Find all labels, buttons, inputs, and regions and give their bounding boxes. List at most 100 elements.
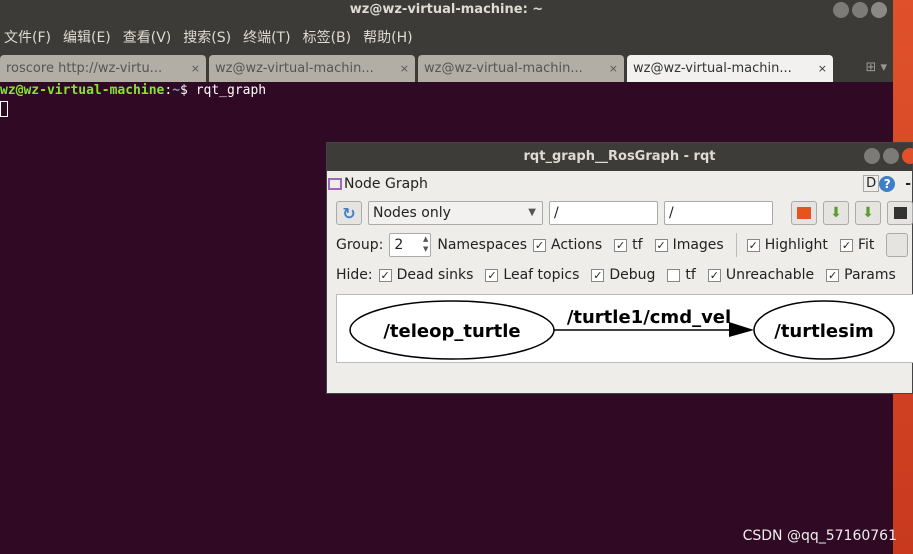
leaf-topics-checkbox[interactable]: ✓ [485,268,499,282]
prompt-end: $ [180,83,196,98]
fit-in-view-button[interactable] [886,233,909,257]
prompt-user: wz@wz-virtual-machine [0,83,165,98]
chevron-down-icon: ▼ [528,207,536,218]
node-label: /turtlesim [774,321,874,342]
save-svg-button[interactable]: ⬇ [855,201,881,225]
group-label: Group: [336,237,384,253]
save-icon: ⬇ [830,205,842,221]
spin-arrows-icon[interactable]: ▲ ▼ [423,234,428,256]
group-value: 2 [394,237,404,253]
folder-icon [797,207,811,219]
minimize-button[interactable] [833,2,849,18]
menu-search[interactable]: 搜索(S) [183,27,231,47]
edge-label: /turtle1/cmd_vel [567,307,731,328]
tab-label: roscore http://wz-virtu... [6,61,163,76]
mode-value: Nodes only [373,205,451,221]
maximize-button[interactable] [883,148,899,164]
options-row: Group: 2 ▲ ▼ Namespaces ✓ Actions ✓ tf ✓ Imag… [336,233,909,257]
save-icon: ⬇ [862,205,874,221]
menu-terminal[interactable]: 终端(T) [243,27,290,47]
leaf-topics-label: Leaf topics [503,267,580,283]
menubar: 文件(F) 编辑(E) 查看(V) 搜索(S) 终端(T) 标签(B) 帮助(H… [0,20,893,54]
images-checkbox[interactable]: ✓ [654,238,668,252]
images-label: Images [672,237,724,253]
menu-tabs[interactable]: 标签(B) [303,27,352,47]
namespaces-label: Namespaces [437,237,528,253]
rqt-titlebar: rqt_graph__RosGraph - rqt [327,143,913,171]
close-tab-icon[interactable]: × [191,62,200,75]
close-button[interactable] [871,2,887,18]
highlight-label: Highlight [764,237,828,253]
close-tab-icon[interactable]: × [818,62,827,75]
rqt-window: rqt_graph__RosGraph - rqt Node Graph D ?… [326,142,913,394]
refresh-icon: ↻ [342,203,356,223]
tab-label: wz@wz-virtual-machin... [633,61,792,76]
actions-label: Actions [551,237,603,253]
plugin-title: Node Graph [344,175,428,192]
fit-label: Fit [857,237,875,253]
graph-canvas[interactable]: /teleop_turtle /turtlesim /turtle1/cmd_v… [336,294,913,363]
rqt-title: rqt_graph__RosGraph - rqt [523,149,716,164]
prompt-path: ~ [172,83,181,98]
tab-label: wz@wz-virtual-machin... [215,61,374,76]
dock-button[interactable]: D [863,175,880,192]
hide-row: Hide: ✓ Dead sinks ✓ Leaf topics ✓ Debug tf… [336,267,896,283]
tf-label: tf [632,237,643,253]
terminal-tab[interactable]: wz@wz-virtual-machin... × [418,55,624,82]
menu-view[interactable]: 查看(V) [123,27,172,47]
minimize-button[interactable] [864,148,880,164]
terminal-tab[interactable]: wz@wz-virtual-machin... × [209,55,415,82]
separator [735,233,737,257]
edge-arrowhead [729,322,754,337]
params-label: Params [844,267,896,283]
close-plugin-button[interactable]: - [905,176,911,192]
actions-checkbox[interactable]: ✓ [533,238,547,252]
toolbar-row: ↻ Nodes only ▼ / / ⬇ ⬇ [336,201,913,225]
fit-checkbox[interactable]: ✓ [839,238,853,252]
maximize-button[interactable] [852,2,868,18]
terminal-titlebar: wz@wz-virtual-machine: ~ [0,0,893,20]
refresh-button[interactable]: ↻ [336,201,362,225]
image-icon [893,207,907,219]
namespace-filter-input[interactable]: / [549,201,658,225]
terminal-prompt-line: wz@wz-virtual-machine:~$ rqt_graph [0,82,893,100]
close-button[interactable] [902,148,913,164]
hide-tf-label: tf [685,267,696,283]
tab-bar: roscore http://wz-virtu... × wz@wz-virtua… [0,54,893,82]
debug-checkbox[interactable]: ✓ [591,268,605,282]
close-tab-icon[interactable]: × [400,62,409,75]
terminal-tab[interactable]: roscore http://wz-virtu... × [0,55,206,82]
close-tab-icon[interactable]: × [609,62,618,75]
hide-tf-checkbox[interactable] [667,268,681,282]
dead-sinks-label: Dead sinks [396,267,474,283]
load-dot-button[interactable] [791,201,817,225]
save-dot-button[interactable]: ⬇ [823,201,849,225]
unreachable-label: Unreachable [725,267,815,283]
hide-label: Hide: [336,267,373,283]
save-image-button[interactable] [887,201,913,225]
debug-label: Debug [609,267,656,283]
menu-help[interactable]: 帮助(H) [363,27,412,47]
terminal-cursor [0,101,8,117]
topic-filter-input[interactable]: / [664,201,773,225]
dead-sinks-checkbox[interactable]: ✓ [378,268,392,282]
graph-svg: /teleop_turtle /turtlesim /turtle1/cmd_v… [349,300,895,360]
help-icon[interactable]: ? [879,175,896,192]
tf-checkbox[interactable]: ✓ [614,238,628,252]
terminal-title: wz@wz-virtual-machine: ~ [349,2,544,17]
command-text: rqt_graph [195,83,267,98]
mode-select[interactable]: Nodes only ▼ [368,201,543,225]
group-spinbox[interactable]: 2 ▲ ▼ [389,233,432,257]
menu-file[interactable]: 文件(F) [4,27,51,47]
highlight-checkbox[interactable]: ✓ [746,238,760,252]
plugin-header: Node Graph D ? - [328,175,913,192]
node-graph-icon [328,177,342,190]
node-label: /teleop_turtle [383,321,520,342]
unreachable-checkbox[interactable]: ✓ [707,268,721,282]
params-checkbox[interactable]: ✓ [826,268,840,282]
terminal-tab-active[interactable]: wz@wz-virtual-machin... × [627,55,833,82]
new-tab-icon[interactable]: ⊞ ▾ [865,60,887,75]
menu-edit[interactable]: 编辑(E) [63,27,111,47]
watermark: CSDN @qq_57160761 [742,528,897,544]
tab-label: wz@wz-virtual-machin... [424,61,583,76]
